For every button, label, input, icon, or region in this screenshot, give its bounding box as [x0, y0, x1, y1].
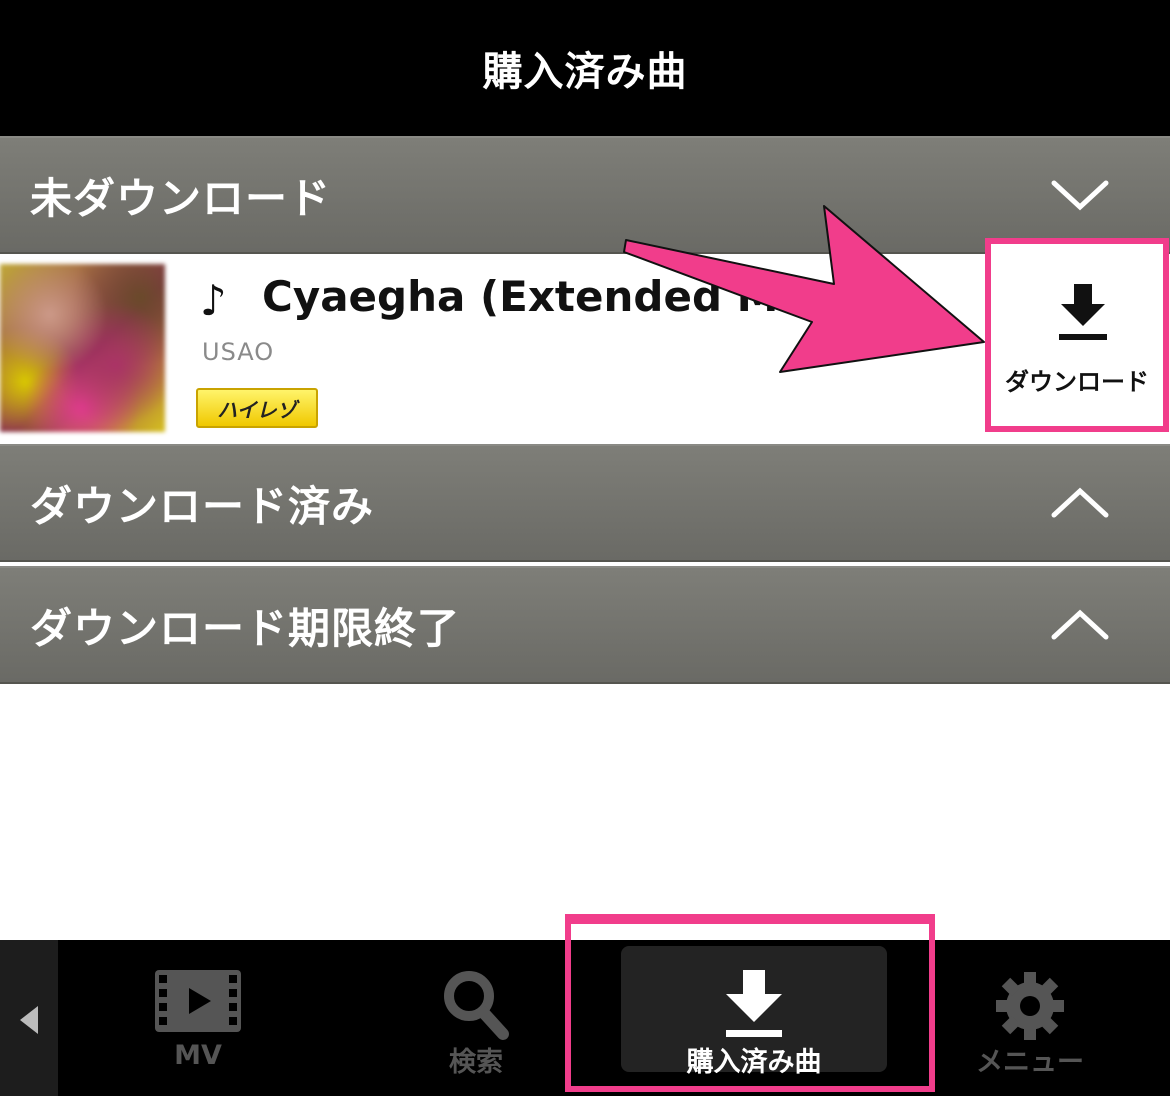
tab-mv[interactable]: MV [98, 940, 298, 1096]
section-downloaded[interactable]: ダウンロード済み [0, 444, 1170, 562]
track-title: Cyaegha (Extended Mix) [262, 272, 822, 321]
chevron-down-icon[interactable] [1050, 177, 1110, 213]
search-icon [444, 971, 509, 1040]
download-button[interactable]: ダウンロード [985, 238, 1169, 432]
download-icon [1059, 284, 1107, 340]
tab-label: 検索 [449, 1047, 503, 1078]
tab-menu[interactable]: メニュー [930, 940, 1130, 1096]
track-artist: USAO [202, 338, 275, 366]
chevron-up-icon[interactable] [1050, 607, 1110, 643]
section-label: ダウンロード済み [30, 481, 375, 531]
section-expired[interactable]: ダウンロード期限終了 [0, 566, 1170, 684]
download-button-label: ダウンロード [1005, 368, 1149, 396]
page-title: 購入済み曲 [482, 49, 688, 95]
header: 購入済み曲 [0, 0, 1170, 136]
music-note-icon: ♪ [200, 276, 227, 325]
film-icon [155, 970, 241, 1032]
annotation-highlight-box [565, 914, 935, 1092]
tab-label: メニュー [976, 1047, 1084, 1078]
scroll-left-button[interactable] [0, 940, 58, 1096]
album-art [0, 264, 165, 432]
chevron-up-icon[interactable] [1050, 485, 1110, 521]
section-label: ダウンロード期限終了 [30, 603, 461, 653]
tab-label: MV [174, 1040, 222, 1071]
gear-icon [996, 972, 1064, 1040]
tab-search[interactable]: 検索 [376, 940, 576, 1096]
hires-badge: ハイレゾ [196, 388, 318, 428]
section-not-downloaded[interactable]: 未ダウンロード [0, 136, 1170, 254]
section-label: 未ダウンロード [30, 173, 332, 223]
triangle-left-icon [20, 1006, 38, 1034]
